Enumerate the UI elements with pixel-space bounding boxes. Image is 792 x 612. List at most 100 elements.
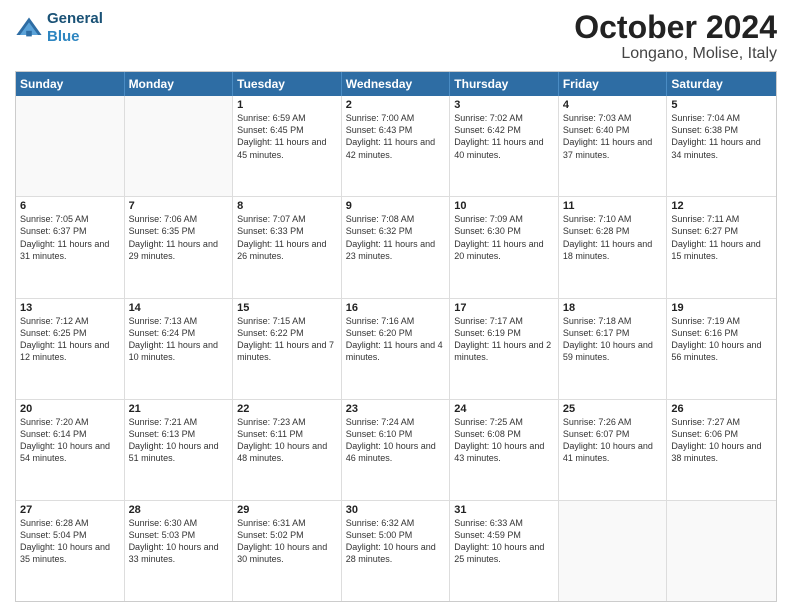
calendar-cell: 1Sunrise: 6:59 AM Sunset: 6:45 PM Daylig… (233, 96, 342, 196)
page: General Blue October 2024 Longano, Molis… (0, 0, 792, 612)
day-number: 1 (237, 99, 337, 111)
day-number: 15 (237, 302, 337, 314)
day-info: Sunrise: 6:32 AM Sunset: 5:00 PM Dayligh… (346, 517, 446, 566)
calendar-header: SundayMondayTuesdayWednesdayThursdayFrid… (16, 72, 776, 96)
day-info: Sunrise: 7:11 AM Sunset: 6:27 PM Dayligh… (671, 213, 772, 262)
calendar-cell: 31Sunrise: 6:33 AM Sunset: 4:59 PM Dayli… (450, 501, 559, 601)
day-number: 23 (346, 403, 446, 415)
calendar-cell: 29Sunrise: 6:31 AM Sunset: 5:02 PM Dayli… (233, 501, 342, 601)
calendar-cell: 2Sunrise: 7:00 AM Sunset: 6:43 PM Daylig… (342, 96, 451, 196)
day-info: Sunrise: 7:08 AM Sunset: 6:32 PM Dayligh… (346, 213, 446, 262)
day-info: Sunrise: 7:19 AM Sunset: 6:16 PM Dayligh… (671, 315, 772, 364)
day-info: Sunrise: 7:27 AM Sunset: 6:06 PM Dayligh… (671, 416, 772, 465)
day-number: 5 (671, 99, 772, 111)
calendar-row: 1Sunrise: 6:59 AM Sunset: 6:45 PM Daylig… (16, 96, 776, 196)
day-number: 18 (563, 302, 663, 314)
calendar-cell: 11Sunrise: 7:10 AM Sunset: 6:28 PM Dayli… (559, 197, 668, 297)
day-info: Sunrise: 7:09 AM Sunset: 6:30 PM Dayligh… (454, 213, 554, 262)
calendar-cell: 3Sunrise: 7:02 AM Sunset: 6:42 PM Daylig… (450, 96, 559, 196)
calendar-cell: 19Sunrise: 7:19 AM Sunset: 6:16 PM Dayli… (667, 299, 776, 399)
calendar-title: October 2024 (574, 10, 777, 45)
day-info: Sunrise: 6:31 AM Sunset: 5:02 PM Dayligh… (237, 517, 337, 566)
day-number: 10 (454, 200, 554, 212)
calendar-cell: 5Sunrise: 7:04 AM Sunset: 6:38 PM Daylig… (667, 96, 776, 196)
day-number: 20 (20, 403, 120, 415)
day-info: Sunrise: 7:18 AM Sunset: 6:17 PM Dayligh… (563, 315, 663, 364)
day-info: Sunrise: 7:06 AM Sunset: 6:35 PM Dayligh… (129, 213, 229, 262)
calendar-cell: 13Sunrise: 7:12 AM Sunset: 6:25 PM Dayli… (16, 299, 125, 399)
day-number: 31 (454, 504, 554, 516)
day-number: 25 (563, 403, 663, 415)
day-number: 13 (20, 302, 120, 314)
calendar-cell: 15Sunrise: 7:15 AM Sunset: 6:22 PM Dayli… (233, 299, 342, 399)
day-info: Sunrise: 7:15 AM Sunset: 6:22 PM Dayligh… (237, 315, 337, 364)
day-number: 26 (671, 403, 772, 415)
calendar-cell: 9Sunrise: 7:08 AM Sunset: 6:32 PM Daylig… (342, 197, 451, 297)
day-info: Sunrise: 7:03 AM Sunset: 6:40 PM Dayligh… (563, 112, 663, 161)
day-number: 19 (671, 302, 772, 314)
calendar-row: 13Sunrise: 7:12 AM Sunset: 6:25 PM Dayli… (16, 298, 776, 399)
day-number: 8 (237, 200, 337, 212)
calendar-cell: 4Sunrise: 7:03 AM Sunset: 6:40 PM Daylig… (559, 96, 668, 196)
day-number: 6 (20, 200, 120, 212)
day-info: Sunrise: 6:28 AM Sunset: 5:04 PM Dayligh… (20, 517, 120, 566)
day-number: 29 (237, 504, 337, 516)
day-info: Sunrise: 7:05 AM Sunset: 6:37 PM Dayligh… (20, 213, 120, 262)
day-info: Sunrise: 7:25 AM Sunset: 6:08 PM Dayligh… (454, 416, 554, 465)
calendar-cell: 16Sunrise: 7:16 AM Sunset: 6:20 PM Dayli… (342, 299, 451, 399)
calendar-cell: 7Sunrise: 7:06 AM Sunset: 6:35 PM Daylig… (125, 197, 234, 297)
day-info: Sunrise: 7:17 AM Sunset: 6:19 PM Dayligh… (454, 315, 554, 364)
day-info: Sunrise: 7:23 AM Sunset: 6:11 PM Dayligh… (237, 416, 337, 465)
weekday-header: Monday (125, 72, 234, 96)
day-number: 9 (346, 200, 446, 212)
day-info: Sunrise: 6:59 AM Sunset: 6:45 PM Dayligh… (237, 112, 337, 161)
calendar-cell: 26Sunrise: 7:27 AM Sunset: 6:06 PM Dayli… (667, 400, 776, 500)
day-number: 28 (129, 504, 229, 516)
weekday-header: Thursday (450, 72, 559, 96)
day-info: Sunrise: 7:24 AM Sunset: 6:10 PM Dayligh… (346, 416, 446, 465)
calendar-body: 1Sunrise: 6:59 AM Sunset: 6:45 PM Daylig… (16, 96, 776, 601)
day-number: 17 (454, 302, 554, 314)
day-number: 24 (454, 403, 554, 415)
day-number: 7 (129, 200, 229, 212)
logo-text: General Blue (47, 10, 103, 46)
calendar-cell: 24Sunrise: 7:25 AM Sunset: 6:08 PM Dayli… (450, 400, 559, 500)
calendar-cell: 14Sunrise: 7:13 AM Sunset: 6:24 PM Dayli… (125, 299, 234, 399)
calendar-row: 6Sunrise: 7:05 AM Sunset: 6:37 PM Daylig… (16, 196, 776, 297)
weekday-header: Sunday (16, 72, 125, 96)
calendar-cell: 17Sunrise: 7:17 AM Sunset: 6:19 PM Dayli… (450, 299, 559, 399)
day-info: Sunrise: 7:10 AM Sunset: 6:28 PM Dayligh… (563, 213, 663, 262)
calendar-cell (125, 96, 234, 196)
day-info: Sunrise: 7:07 AM Sunset: 6:33 PM Dayligh… (237, 213, 337, 262)
calendar-cell: 28Sunrise: 6:30 AM Sunset: 5:03 PM Dayli… (125, 501, 234, 601)
title-block: October 2024 Longano, Molise, Italy (574, 10, 777, 63)
day-number: 4 (563, 99, 663, 111)
day-info: Sunrise: 7:16 AM Sunset: 6:20 PM Dayligh… (346, 315, 446, 364)
logo: General Blue (15, 10, 103, 46)
calendar-cell: 12Sunrise: 7:11 AM Sunset: 6:27 PM Dayli… (667, 197, 776, 297)
calendar-cell: 25Sunrise: 7:26 AM Sunset: 6:07 PM Dayli… (559, 400, 668, 500)
day-info: Sunrise: 7:00 AM Sunset: 6:43 PM Dayligh… (346, 112, 446, 161)
day-number: 3 (454, 99, 554, 111)
header: General Blue October 2024 Longano, Molis… (15, 10, 777, 63)
day-info: Sunrise: 7:26 AM Sunset: 6:07 PM Dayligh… (563, 416, 663, 465)
calendar-cell: 8Sunrise: 7:07 AM Sunset: 6:33 PM Daylig… (233, 197, 342, 297)
calendar-cell: 10Sunrise: 7:09 AM Sunset: 6:30 PM Dayli… (450, 197, 559, 297)
day-number: 2 (346, 99, 446, 111)
day-number: 14 (129, 302, 229, 314)
day-info: Sunrise: 7:21 AM Sunset: 6:13 PM Dayligh… (129, 416, 229, 465)
day-number: 16 (346, 302, 446, 314)
day-info: Sunrise: 6:30 AM Sunset: 5:03 PM Dayligh… (129, 517, 229, 566)
calendar-cell (559, 501, 668, 601)
weekday-header: Friday (559, 72, 668, 96)
weekday-header: Wednesday (342, 72, 451, 96)
calendar-cell: 22Sunrise: 7:23 AM Sunset: 6:11 PM Dayli… (233, 400, 342, 500)
calendar-cell: 6Sunrise: 7:05 AM Sunset: 6:37 PM Daylig… (16, 197, 125, 297)
day-info: Sunrise: 7:12 AM Sunset: 6:25 PM Dayligh… (20, 315, 120, 364)
logo-icon (15, 14, 43, 42)
day-info: Sunrise: 7:20 AM Sunset: 6:14 PM Dayligh… (20, 416, 120, 465)
day-info: Sunrise: 7:04 AM Sunset: 6:38 PM Dayligh… (671, 112, 772, 161)
calendar-cell: 30Sunrise: 6:32 AM Sunset: 5:00 PM Dayli… (342, 501, 451, 601)
calendar-row: 20Sunrise: 7:20 AM Sunset: 6:14 PM Dayli… (16, 399, 776, 500)
calendar-cell: 20Sunrise: 7:20 AM Sunset: 6:14 PM Dayli… (16, 400, 125, 500)
